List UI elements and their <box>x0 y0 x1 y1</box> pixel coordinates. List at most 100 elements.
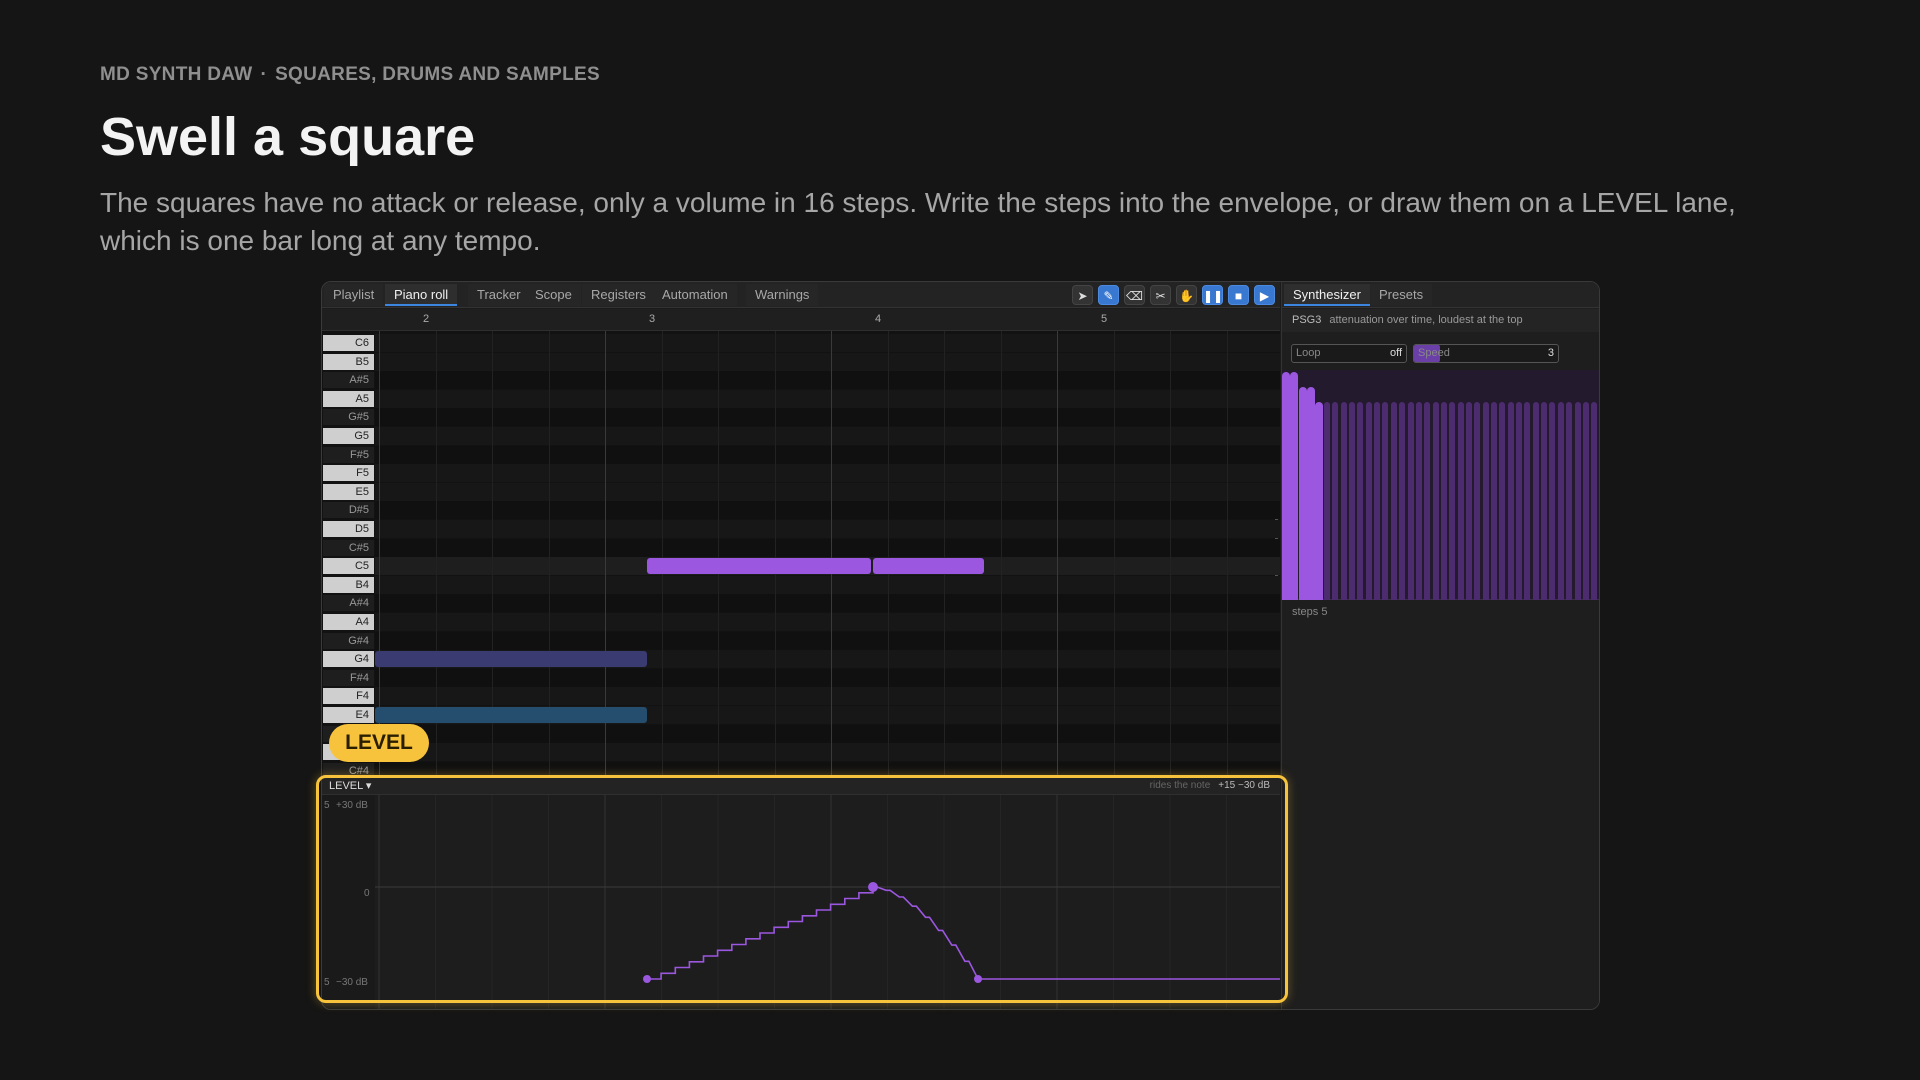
piano-key-G-sharp5[interactable]: G#5 <box>323 409 374 426</box>
pointer-icon[interactable]: ➤ <box>1072 285 1093 305</box>
note-row[interactable] <box>375 724 1280 743</box>
note-E4[interactable] <box>375 707 647 723</box>
note-row[interactable] <box>375 482 1280 501</box>
piano-key-B5[interactable]: B5 <box>323 353 374 370</box>
piano-roll[interactable]: C6 B5 A#5 A5 G#5 G5 F#5 F5 E5 D#5 D5 C#5 C5 B4 A#4 A4 G#… <box>322 331 1280 776</box>
loop-field[interactable]: Loop off <box>1291 344 1407 363</box>
piano-key-A4[interactable]: A4 <box>323 614 374 630</box>
note-row[interactable] <box>375 668 1280 687</box>
note-C5[interactable] <box>647 558 871 575</box>
piano-key-A-sharp4[interactable]: A#4 <box>323 595 374 612</box>
envelope-step[interactable] <box>1399 402 1406 600</box>
piano-key-C6[interactable]: C6 <box>323 335 374 351</box>
envelope-step[interactable] <box>1457 402 1464 600</box>
piano-key-G-sharp4[interactable]: G#4 <box>323 632 374 649</box>
note-row[interactable] <box>375 389 1280 408</box>
note-row[interactable] <box>375 538 1280 557</box>
tab-playlist[interactable]: Playlist <box>324 284 384 306</box>
piano-key-D5[interactable]: D5 <box>323 521 374 537</box>
note-row[interactable] <box>375 464 1280 483</box>
note-row[interactable] <box>375 575 1280 594</box>
envelope-editor[interactable] <box>1282 370 1599 600</box>
envelope-step[interactable] <box>1532 402 1539 600</box>
note-row[interactable] <box>375 594 1280 613</box>
piano-key-E4[interactable]: E4 <box>323 707 374 723</box>
piano-key-D-sharp5[interactable]: D#5 <box>323 502 374 519</box>
side-tab-synthesizer[interactable]: Synthesizer <box>1284 284 1370 306</box>
envelope-step[interactable] <box>1365 402 1372 600</box>
envelope-step[interactable] <box>1415 402 1422 600</box>
envelope-step[interactable] <box>1440 402 1447 600</box>
envelope-step[interactable] <box>1290 372 1299 600</box>
note-row[interactable] <box>375 761 1280 776</box>
piano-key-F-sharp5[interactable]: F#5 <box>323 446 374 463</box>
envelope-step[interactable] <box>1432 402 1439 600</box>
envelope-step[interactable] <box>1382 402 1389 600</box>
envelope-step[interactable] <box>1340 402 1347 600</box>
envelope-step[interactable] <box>1374 402 1381 600</box>
envelope-step[interactable] <box>1574 402 1581 600</box>
envelope-step[interactable] <box>1332 402 1339 600</box>
envelope-step[interactable] <box>1465 402 1472 600</box>
note-row[interactable] <box>375 520 1280 538</box>
note-row[interactable] <box>375 613 1280 631</box>
piano-key-C-sharp5[interactable]: C#5 <box>323 539 374 556</box>
envelope-step[interactable] <box>1591 402 1598 600</box>
envelope-step[interactable] <box>1474 402 1481 600</box>
envelope-step[interactable] <box>1499 402 1506 600</box>
note-row[interactable] <box>375 371 1280 390</box>
note-C5[interactable] <box>873 558 984 575</box>
timeline-ruler[interactable]: 2 3 4 5 <box>322 309 1280 331</box>
note-row[interactable] <box>375 427 1280 445</box>
envelope-step[interactable] <box>1516 402 1523 600</box>
speed-field[interactable]: Speed 3 <box>1413 344 1559 363</box>
piano-key-A-sharp5[interactable]: A#5 <box>323 372 374 389</box>
piano-key-C5[interactable]: C5 <box>323 558 374 575</box>
piano-key-F5[interactable]: F5 <box>323 465 374 482</box>
envelope-step[interactable] <box>1557 402 1564 600</box>
envelope-step[interactable] <box>1357 402 1364 600</box>
piano-key-F-sharp4[interactable]: F#4 <box>323 669 374 686</box>
note-row[interactable] <box>375 743 1280 762</box>
tab-registers[interactable]: Registers <box>582 284 655 306</box>
envelope-step[interactable] <box>1524 402 1531 600</box>
envelope-step[interactable] <box>1482 402 1489 600</box>
piano-key-G5[interactable]: G5 <box>323 428 374 444</box>
note-row[interactable] <box>375 631 1280 650</box>
envelope-step[interactable] <box>1407 402 1414 600</box>
note-row[interactable] <box>375 334 1280 352</box>
pencil-icon[interactable]: ✎ <box>1098 285 1119 305</box>
note-row[interactable] <box>375 352 1280 371</box>
envelope-step[interactable] <box>1424 402 1431 600</box>
cut-icon[interactable]: ✂ <box>1150 285 1171 305</box>
note-row[interactable] <box>375 687 1280 706</box>
envelope-step[interactable] <box>1566 402 1573 600</box>
piano-key-G4[interactable]: G4 <box>323 651 374 668</box>
envelope-step[interactable] <box>1449 402 1456 600</box>
envelope-step[interactable] <box>1315 402 1324 600</box>
envelope-step[interactable] <box>1306 387 1315 600</box>
note-G4[interactable] <box>375 651 647 668</box>
note-row[interactable] <box>375 445 1280 464</box>
eraser-icon[interactable]: ⌫ <box>1124 285 1145 305</box>
envelope-step[interactable] <box>1390 402 1397 600</box>
piano-key-A5[interactable]: A5 <box>323 390 374 407</box>
piano-key-F4[interactable]: F4 <box>323 688 374 705</box>
tab-piano-roll[interactable]: Piano roll <box>385 284 458 306</box>
tab-warnings[interactable]: Warnings <box>746 284 819 306</box>
tab-tracker[interactable]: Tracker <box>468 284 530 306</box>
envelope-step[interactable] <box>1582 402 1589 600</box>
piano-key-B4[interactable]: B4 <box>323 576 374 593</box>
envelope-step[interactable] <box>1298 387 1307 600</box>
note-row[interactable] <box>375 501 1280 520</box>
play-icon[interactable]: ▶ <box>1254 285 1275 305</box>
tab-scope[interactable]: Scope <box>526 284 581 306</box>
note-row[interactable] <box>375 408 1280 427</box>
tab-automation[interactable]: Automation <box>653 284 737 306</box>
envelope-step[interactable] <box>1541 402 1548 600</box>
pause-icon[interactable]: ❚❚ <box>1202 285 1223 305</box>
envelope-step[interactable] <box>1282 372 1290 600</box>
envelope-step[interactable] <box>1491 402 1497 600</box>
envelope-step[interactable] <box>1324 402 1330 600</box>
envelope-step[interactable] <box>1349 402 1356 600</box>
